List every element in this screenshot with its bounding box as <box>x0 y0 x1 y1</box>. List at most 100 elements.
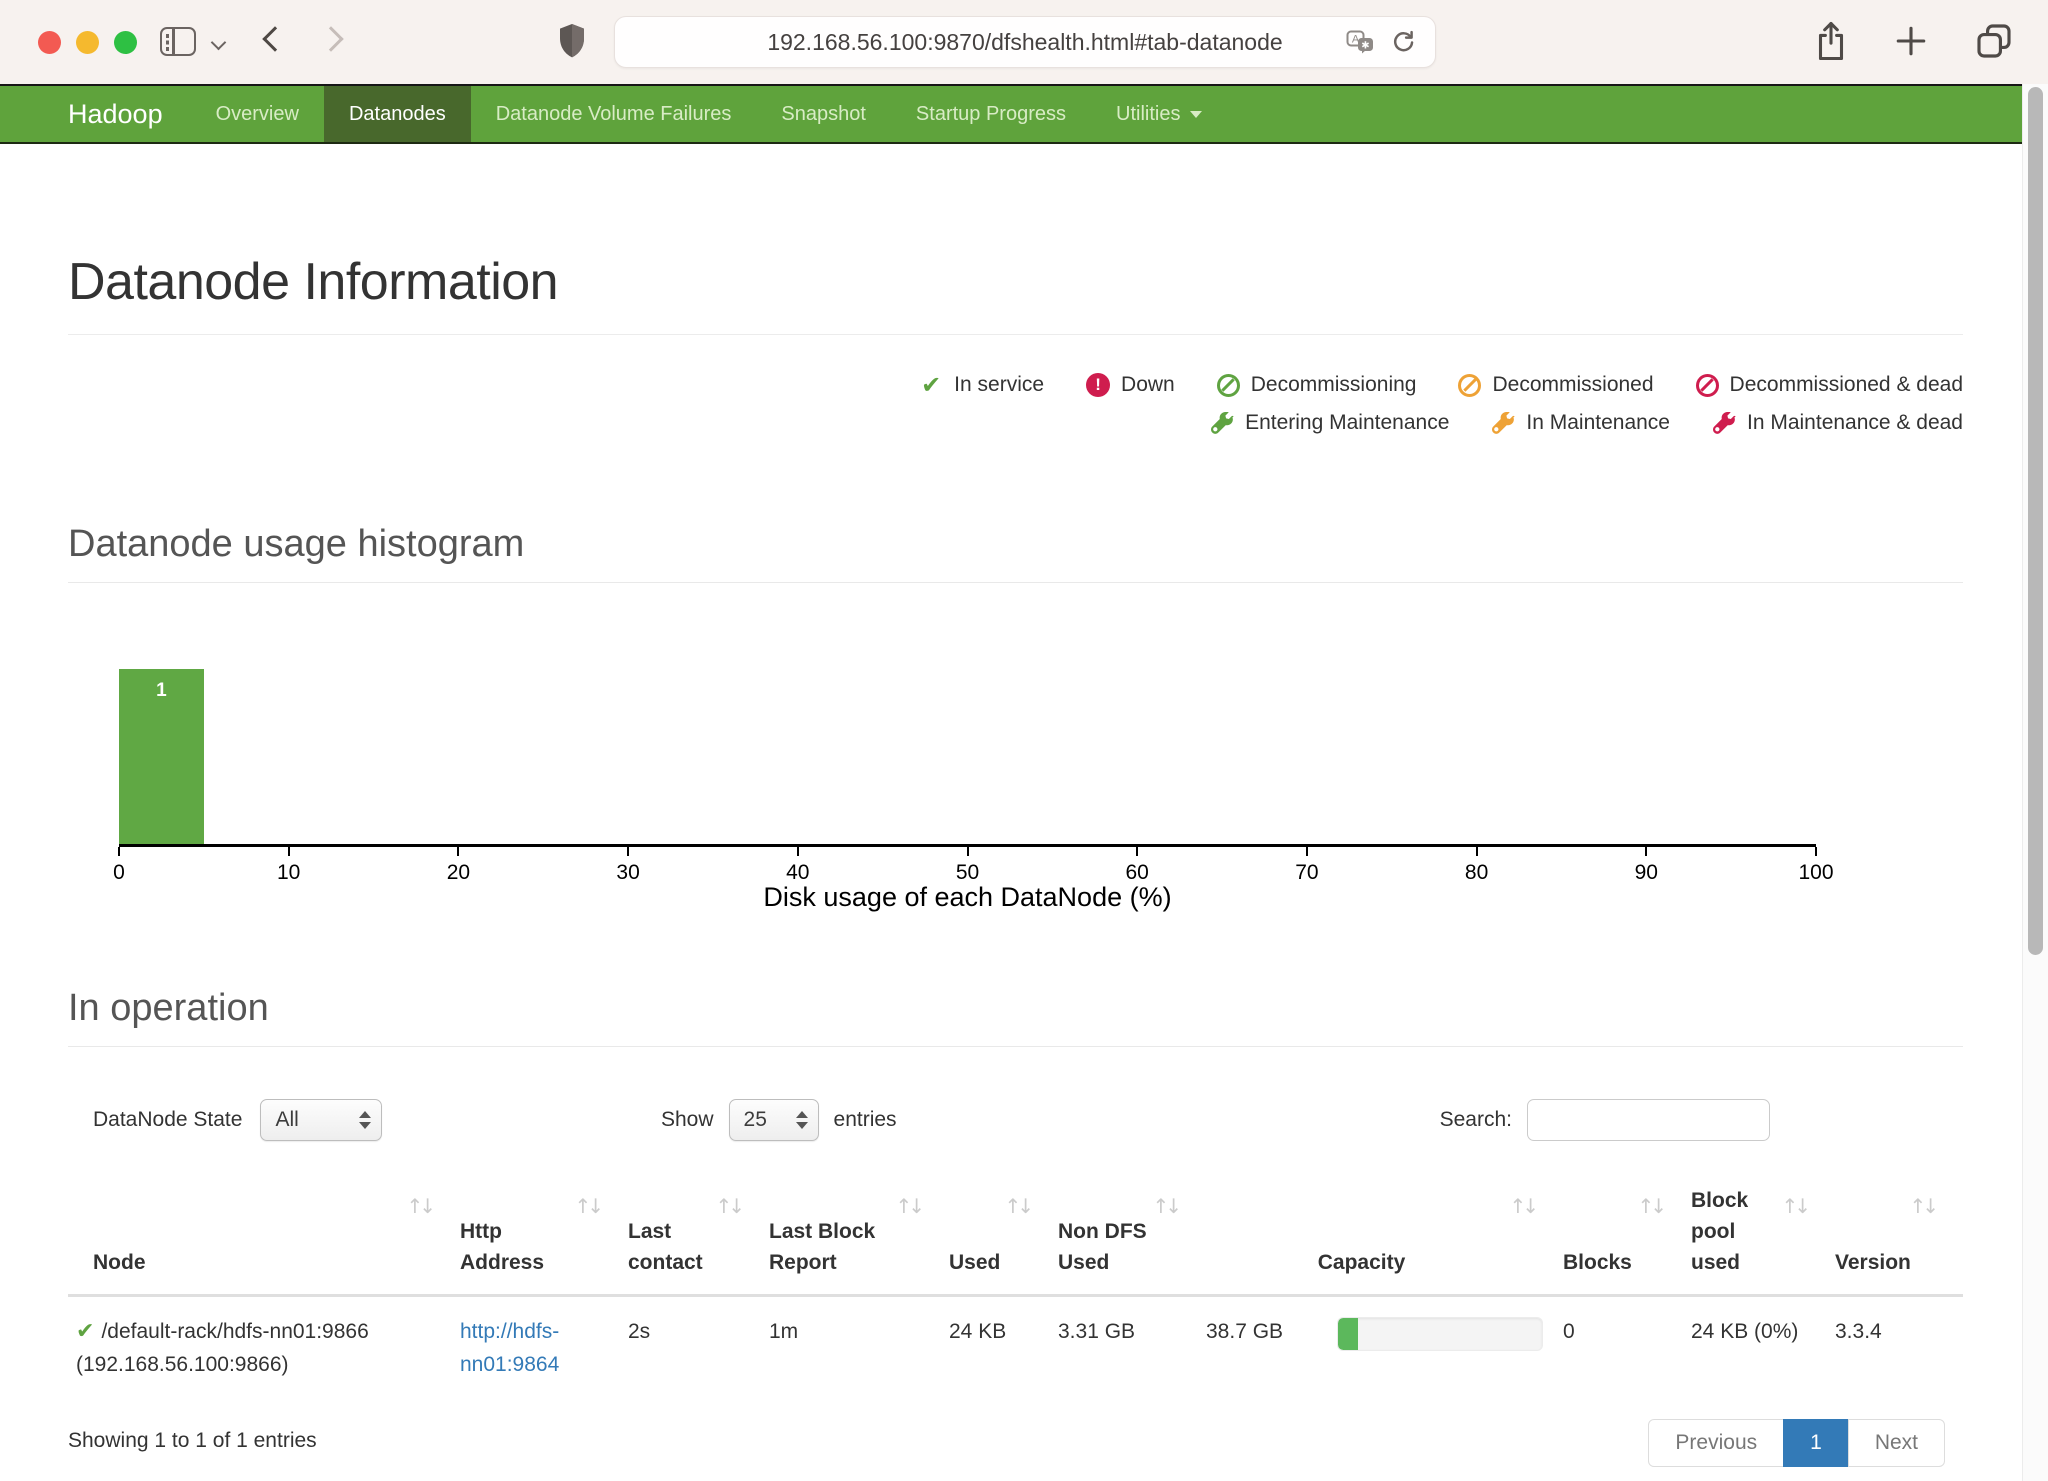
minimize-window-button[interactable] <box>76 31 99 54</box>
capacity-progress-bar <box>1338 1318 1358 1350</box>
histogram-plot: 1 <box>119 669 1816 847</box>
scrollbar-track[interactable] <box>2022 84 2048 1481</box>
legend-in-maintenance-dead: In Maintenance & dead <box>1712 411 1963 435</box>
x-axis-tick <box>1306 847 1308 856</box>
share-icon[interactable] <box>1814 20 1848 62</box>
cell-node: /default-rack/hdfs-nn01:9866 (192.168.56… <box>68 1296 460 1396</box>
cell-block-pool-used: 24 KB (0%) <box>1691 1296 1835 1396</box>
entries-label: entries <box>834 1108 897 1132</box>
sort-icon[interactable] <box>406 1191 432 1222</box>
entries-summary: Showing 1 to 1 of 1 entries <box>68 1429 317 1453</box>
reload-icon[interactable] <box>1390 29 1417 56</box>
cell-last-block-report: 1m <box>769 1296 949 1396</box>
page-title: Datanode Information <box>68 252 1963 312</box>
search-label: Search: <box>1440 1108 1512 1132</box>
nav-item-startup-progress[interactable]: Startup Progress <box>891 86 1091 142</box>
sort-icon[interactable] <box>1781 1191 1807 1222</box>
x-axis-tick <box>1136 847 1138 856</box>
sort-icon[interactable] <box>1004 1191 1030 1222</box>
address-bar[interactable]: 192.168.56.100:9870/dfshealth.html#tab-d… <box>614 16 1436 68</box>
nav-item-snapshot[interactable]: Snapshot <box>756 86 891 142</box>
capacity-progress-track <box>1337 1317 1543 1351</box>
sort-icon[interactable] <box>1509 1191 1535 1222</box>
column-header-version[interactable]: Version <box>1835 1185 1963 1296</box>
nav-item-overview[interactable]: Overview <box>191 86 324 142</box>
x-axis-tick <box>1645 847 1647 856</box>
nav-item-datanodes[interactable]: Datanodes <box>324 86 471 142</box>
x-axis-tick-label: 30 <box>616 861 639 885</box>
http-address-link[interactable]: http://hdfs-nn01:9864 <box>460 1315 595 1381</box>
svg-text:✱: ✱ <box>1361 40 1369 51</box>
check-icon <box>919 373 943 397</box>
column-header-http-address[interactable]: Http Address <box>460 1185 628 1296</box>
x-axis-tick-label: 80 <box>1465 861 1488 885</box>
translate-icon[interactable]: A ✱ <box>1346 30 1376 56</box>
cell-capacity: 38.7 GB <box>1206 1296 1563 1396</box>
cell-last-contact: 2s <box>628 1296 769 1396</box>
x-axis-tick <box>1476 847 1478 856</box>
pagination-previous[interactable]: Previous <box>1649 1419 1784 1467</box>
nav-item-utilities[interactable]: Utilities <box>1091 86 1227 142</box>
sort-icon[interactable] <box>715 1191 741 1222</box>
wrench-icon <box>1210 411 1234 435</box>
column-header-blocks[interactable]: Blocks <box>1563 1185 1691 1296</box>
column-header-non-dfs-used[interactable]: Non DFS Used <box>1058 1185 1206 1296</box>
histogram-bar: 1 <box>119 669 204 844</box>
brand-hadoop[interactable]: Hadoop <box>68 86 163 142</box>
x-axis-tick <box>457 847 459 856</box>
cell-version: 3.3.4 <box>1835 1296 1963 1396</box>
forward-button[interactable] <box>318 26 343 51</box>
column-header-node[interactable]: Node <box>68 1185 460 1296</box>
nav-item-datanode-volume-failures[interactable]: Datanode Volume Failures <box>471 86 757 142</box>
section-title-in-operation: In operation <box>68 987 1963 1030</box>
chevron-down-icon[interactable] <box>211 35 227 51</box>
sidebar-toggle-icon[interactable] <box>160 27 196 56</box>
new-tab-icon[interactable] <box>1894 24 1928 58</box>
column-header-last-contact[interactable]: Last contact <box>628 1185 769 1296</box>
sort-icon[interactable] <box>1909 1191 1935 1222</box>
close-window-button[interactable] <box>38 31 61 54</box>
page-length-select[interactable]: 25 <box>729 1099 819 1141</box>
histogram-section: Datanode usage histogram 1 0102030405060… <box>68 523 1963 913</box>
legend-decommissioned-dead: Decommissioned & dead <box>1696 373 1963 397</box>
search-input[interactable] <box>1527 1099 1770 1141</box>
page-content: Datanode Information In service Down Dec… <box>0 252 2048 1471</box>
ban-circle-icon <box>1458 374 1481 397</box>
x-axis-tick <box>118 847 120 856</box>
sort-icon[interactable] <box>574 1191 600 1222</box>
hadoop-navbar: Hadoop Overview Datanodes Datanode Volum… <box>0 84 2048 144</box>
pagination: Previous 1 Next <box>1649 1419 1945 1467</box>
page-header: Datanode Information <box>68 252 1963 335</box>
pagination-next[interactable]: Next <box>1849 1419 1945 1467</box>
column-header-used[interactable]: Used <box>949 1185 1058 1296</box>
column-header-capacity[interactable]: Capacity <box>1206 1185 1563 1296</box>
wrench-icon <box>1491 411 1515 435</box>
tab-overview-icon[interactable] <box>1974 21 2014 61</box>
select-arrows-icon <box>359 1111 371 1129</box>
show-label: Show <box>661 1108 714 1132</box>
caret-down-icon <box>1190 111 1202 118</box>
sort-icon[interactable] <box>1152 1191 1178 1222</box>
column-header-last-block-report[interactable]: Last Block Report <box>769 1185 949 1296</box>
x-axis-tick-label: 0 <box>113 861 125 885</box>
datanode-state-select[interactable]: All <box>260 1099 382 1141</box>
column-header-block-pool-used[interactable]: Block pool used <box>1691 1185 1835 1296</box>
histogram-bar-count: 1 <box>156 680 167 844</box>
legend-decommissioned: Decommissioned <box>1458 373 1653 397</box>
datanode-usage-histogram: 1 0102030405060708090100 Disk usage of e… <box>68 669 1963 913</box>
legend-in-maintenance: In Maintenance <box>1491 411 1670 435</box>
zoom-window-button[interactable] <box>114 31 137 54</box>
privacy-shield-icon[interactable] <box>556 22 588 62</box>
cell-http-address: http://hdfs-nn01:9864 <box>460 1296 628 1396</box>
x-axis-tick-label: 10 <box>277 861 300 885</box>
legend-decommissioning: Decommissioning <box>1217 373 1417 397</box>
back-button[interactable] <box>262 26 287 51</box>
sort-icon[interactable] <box>895 1191 921 1222</box>
x-axis-tick-label: 50 <box>956 861 979 885</box>
x-axis-tick <box>627 847 629 856</box>
datanode-table: Node Http Address Last contact Last Bloc… <box>68 1185 1963 1395</box>
scrollbar-thumb[interactable] <box>2028 87 2043 955</box>
ban-circle-icon <box>1696 374 1719 397</box>
pagination-page-1[interactable]: 1 <box>1784 1419 1849 1467</box>
sort-icon[interactable] <box>1637 1191 1663 1222</box>
